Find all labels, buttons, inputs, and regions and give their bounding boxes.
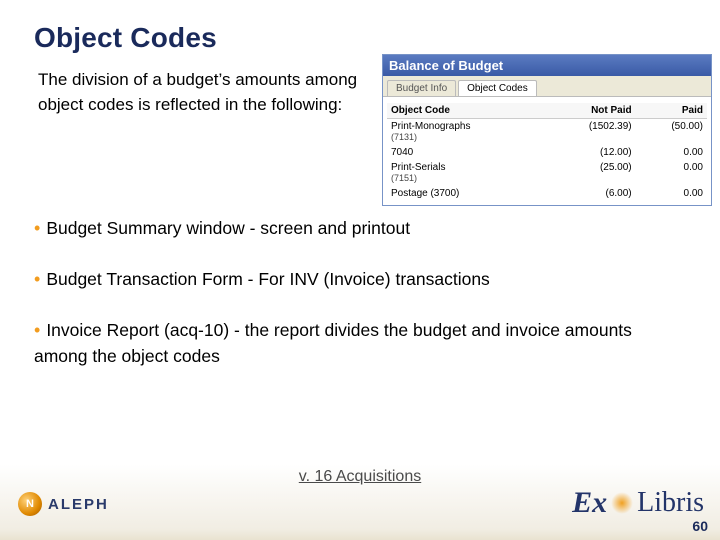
cell-notpaid: (6.00) [544,186,635,201]
tab-budget-info[interactable]: Budget Info [387,80,456,96]
slide: Object Codes The division of a budget’s … [0,0,720,540]
table-row: 7040 (12.00) 0.00 [387,145,707,160]
cell-name: Print-Serials (7151) [387,160,544,186]
col-object-code: Object Code [387,103,544,119]
cell-paid: 0.00 [636,160,707,186]
list-item: •Invoice Report (acq-10) - the report di… [34,318,684,368]
window-title: Balance of Budget [389,58,705,73]
bullet-icon: • [34,269,46,289]
footer-version: v. 16 Acquisitions [0,468,720,486]
col-paid: Paid [636,103,707,119]
cell-notpaid: (12.00) [544,145,635,160]
cell-name: Print-Monographs (7131) [387,119,544,146]
cell-notpaid: (25.00) [544,160,635,186]
grid-header-row: Object Code Not Paid Paid [387,103,707,119]
slide-title: Object Codes [34,22,217,54]
cell-paid: (50.00) [636,119,707,146]
cell-notpaid: (1502.39) [544,119,635,146]
cell-name: 7040 [387,145,544,160]
balance-of-budget-window: Balance of Budget Budget Info Object Cod… [382,54,712,206]
table-row: Postage (3700) (6.00) 0.00 [387,186,707,201]
exlibris-burst-icon [611,492,633,514]
cell-paid: 0.00 [636,145,707,160]
bullet-icon: • [34,218,46,238]
exlibris-libris: Libris [637,487,704,519]
object-codes-grid: Object Code Not Paid Paid Print-Monograp… [383,97,711,205]
col-not-paid: Not Paid [544,103,635,119]
list-item: •Budget Transaction Form - For INV (Invo… [34,267,684,292]
list-item: •Budget Summary window - screen and prin… [34,216,684,241]
aleph-wordmark: ALEPH [48,496,109,513]
aleph-logo: N ALEPH [18,492,109,516]
bullet-icon: • [34,320,46,340]
cell-name: Postage (3700) [387,186,544,201]
window-title-bar: Balance of Budget [383,55,711,76]
aleph-orb-icon: N [18,492,42,516]
tab-bar: Budget Info Object Codes [383,76,711,97]
exlibris-logo: Ex Libris [572,486,704,520]
cell-paid: 0.00 [636,186,707,201]
table-row: Print-Serials (7151) (25.00) 0.00 [387,160,707,186]
exlibris-ex: Ex [572,486,607,520]
table-row: Print-Monographs (7131) (1502.39) (50.00… [387,119,707,146]
page-number: 60 [692,518,708,534]
intro-text: The division of a budget’s amounts among… [38,68,376,117]
tab-object-codes[interactable]: Object Codes [458,80,537,96]
bullet-list: •Budget Summary window - screen and prin… [34,216,684,394]
